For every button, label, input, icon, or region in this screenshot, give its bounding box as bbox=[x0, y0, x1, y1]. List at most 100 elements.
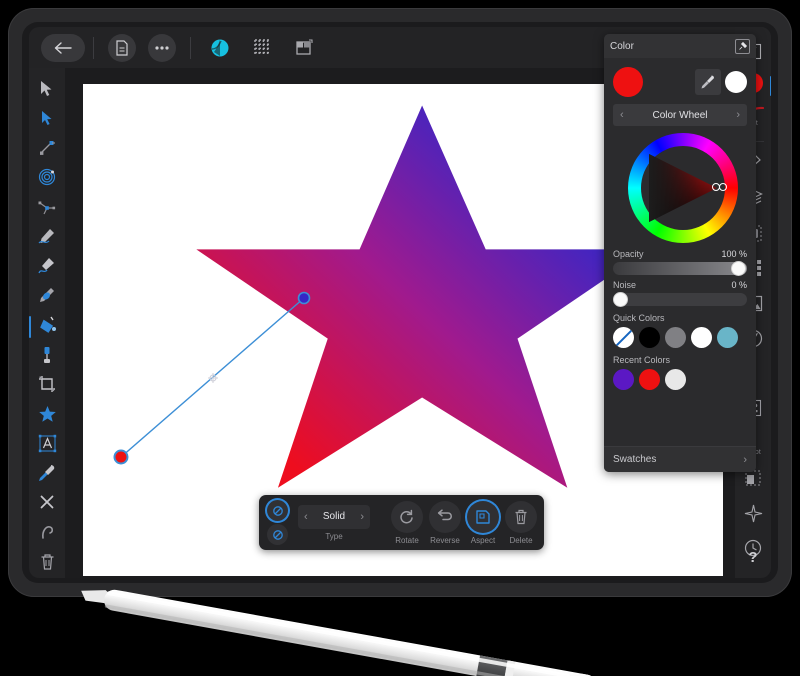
color-mode-stepper[interactable]: ‹ Color Wheel › bbox=[613, 104, 747, 126]
noise-slider[interactable] bbox=[613, 292, 747, 307]
rotate-button[interactable] bbox=[391, 500, 423, 533]
recent-color-red[interactable] bbox=[639, 369, 660, 390]
gradient-stop-handle-end[interactable] bbox=[297, 291, 311, 305]
quick-color-gray[interactable] bbox=[665, 327, 686, 348]
undo-arrow-icon bbox=[42, 525, 54, 539]
document-button[interactable] bbox=[108, 33, 136, 62]
noise-slider-knob[interactable] bbox=[613, 292, 628, 307]
text-tool[interactable] bbox=[32, 430, 62, 456]
gradient-stop-icon bbox=[272, 529, 283, 540]
gradient-stop-2[interactable] bbox=[267, 524, 288, 545]
pen-tool[interactable] bbox=[32, 135, 62, 161]
color-wheel-markers bbox=[712, 183, 730, 193]
ink-tool[interactable] bbox=[32, 283, 62, 309]
opacity-slider-knob[interactable] bbox=[731, 261, 746, 276]
recent-colors-label: Recent Colors bbox=[613, 355, 671, 365]
select-tool[interactable] bbox=[32, 76, 62, 102]
undo-tool[interactable] bbox=[32, 519, 62, 545]
swatches-label: Swatches bbox=[613, 454, 657, 465]
delete-tool[interactable] bbox=[32, 549, 62, 575]
color-wheel[interactable] bbox=[613, 132, 747, 244]
gradient-context-bar: ‹ Solid › Type Rotate Reverse Aspect Del… bbox=[259, 495, 544, 550]
quick-color-teal[interactable] bbox=[717, 327, 738, 348]
eyedropper-button[interactable] bbox=[695, 69, 721, 95]
chevron-right-icon[interactable]: › bbox=[360, 511, 364, 523]
gradient-type-stepper[interactable]: ‹ Solid › bbox=[298, 504, 370, 529]
tablet-screen: 0pt bbox=[29, 27, 771, 578]
aspect-action: Aspect bbox=[467, 500, 499, 545]
reverse-button[interactable] bbox=[429, 500, 461, 533]
fill-tool[interactable] bbox=[29, 312, 62, 338]
pin-icon[interactable] bbox=[735, 38, 750, 54]
screenshot-root: 0pt bbox=[0, 0, 800, 676]
noise-slider-block: Noise 0 % bbox=[613, 280, 747, 307]
secondary-color-swatch[interactable] bbox=[725, 71, 747, 93]
toolbar-divider-1 bbox=[93, 36, 94, 59]
quick-color-black[interactable] bbox=[639, 327, 660, 348]
arrange-button[interactable] bbox=[290, 34, 318, 62]
sv-marker[interactable] bbox=[719, 183, 727, 191]
arrange-icon bbox=[295, 39, 313, 55]
x-close-icon bbox=[40, 495, 54, 509]
quick-color-none[interactable] bbox=[613, 327, 634, 348]
spiral-icon bbox=[38, 169, 56, 186]
swatches-row[interactable]: Swatches › bbox=[604, 446, 756, 472]
help-button[interactable]: ? bbox=[735, 549, 771, 566]
delete-button[interactable] bbox=[505, 500, 537, 533]
reverse-label: Reverse bbox=[430, 535, 460, 545]
text-box-icon bbox=[38, 434, 56, 452]
sparkle-icon bbox=[744, 504, 762, 522]
color-mode-label: Color Wheel bbox=[652, 109, 708, 121]
aspect-button[interactable] bbox=[467, 500, 499, 533]
color-panel[interactable]: Color ‹ Color Wheel › Opacity 100 % Nois… bbox=[604, 34, 756, 472]
crop-tool[interactable] bbox=[32, 371, 62, 397]
pencil-icon bbox=[38, 229, 54, 244]
pencil-tool[interactable] bbox=[32, 224, 62, 250]
grid-button[interactable] bbox=[248, 34, 276, 62]
eraser-icon bbox=[44, 346, 50, 363]
cursor-arrow-icon bbox=[41, 81, 52, 97]
trash-icon bbox=[515, 509, 527, 524]
aspect-label: Aspect bbox=[470, 535, 496, 545]
aspect-square-icon bbox=[476, 509, 490, 524]
direct-select-icon bbox=[41, 111, 51, 126]
arrow-left-icon bbox=[54, 41, 72, 54]
eyedropper-icon bbox=[701, 75, 714, 89]
quick-color-white[interactable] bbox=[691, 327, 712, 348]
crop-icon bbox=[39, 376, 55, 393]
color-panel-header: Color bbox=[604, 34, 756, 58]
primary-color-swatch[interactable] bbox=[613, 67, 643, 97]
opacity-slider[interactable] bbox=[613, 261, 747, 276]
more-button[interactable] bbox=[148, 33, 176, 62]
gradient-type-label: Type bbox=[325, 531, 343, 541]
chevron-right-icon[interactable]: › bbox=[743, 454, 747, 466]
close-tool[interactable] bbox=[32, 489, 62, 515]
opacity-label: Opacity bbox=[613, 249, 644, 259]
color-panel-title: Color bbox=[610, 40, 634, 52]
app-logo-button[interactable] bbox=[206, 34, 234, 62]
opacity-header: Opacity 100 % bbox=[613, 249, 747, 259]
gradient-stop-icon bbox=[272, 505, 283, 516]
chevron-left-icon[interactable]: ‹ bbox=[620, 109, 624, 121]
spiral-tool[interactable] bbox=[32, 165, 62, 191]
node-tool[interactable] bbox=[32, 106, 62, 132]
eraser-tool[interactable] bbox=[32, 342, 62, 368]
tablet-frame: 0pt bbox=[8, 8, 792, 597]
gradient-stop-1[interactable] bbox=[267, 500, 288, 521]
chevron-right-icon[interactable]: › bbox=[736, 109, 740, 121]
magic-button[interactable] bbox=[738, 497, 768, 529]
gradient-type-value: Solid bbox=[322, 511, 346, 522]
recent-color-white[interactable] bbox=[665, 369, 686, 390]
back-button[interactable] bbox=[41, 33, 85, 62]
reverse-arrow-icon bbox=[437, 509, 452, 521]
chevron-left-icon[interactable]: ‹ bbox=[304, 511, 308, 523]
delete-label: Delete bbox=[509, 535, 533, 545]
eyedropper-tool[interactable] bbox=[32, 460, 62, 486]
recent-color-purple[interactable] bbox=[613, 369, 634, 390]
star-shape[interactable] bbox=[196, 105, 649, 488]
recent-colors-row bbox=[613, 369, 747, 390]
brush-tool[interactable] bbox=[32, 253, 62, 279]
scissors-tool[interactable] bbox=[32, 194, 62, 220]
gradient-stop-handle-start[interactable] bbox=[113, 449, 129, 465]
shape-tool[interactable] bbox=[32, 401, 62, 427]
